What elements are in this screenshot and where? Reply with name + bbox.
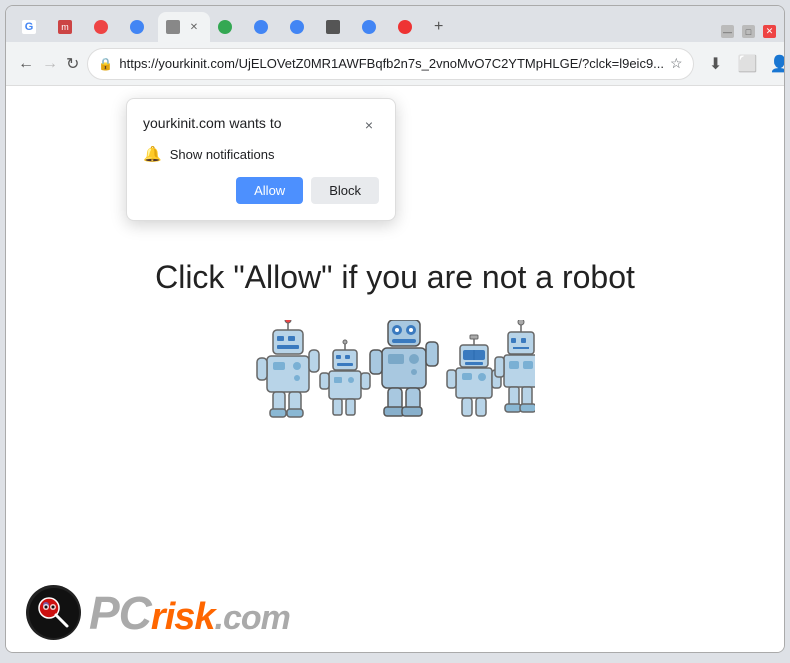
popup-close-button[interactable]: × xyxy=(359,115,379,135)
popup-buttons: Allow Block xyxy=(143,177,379,204)
window-controls: — □ ✕ xyxy=(721,25,776,42)
risk-text: risk xyxy=(151,596,215,638)
refresh-button[interactable]: ↻ xyxy=(66,50,79,78)
tab-group: G m ✕ xyxy=(14,12,462,42)
tab-4-favicon xyxy=(130,20,144,34)
tab-3-favicon xyxy=(94,20,108,34)
tab-bar: G m ✕ xyxy=(6,6,784,42)
download-button[interactable]: ⬇ xyxy=(702,50,730,78)
robots-illustration xyxy=(255,320,535,450)
pcrisk-logo-svg xyxy=(29,588,79,638)
bell-icon: 🔔 xyxy=(143,145,162,163)
browser-window: G m ✕ xyxy=(5,5,785,653)
popup-notification-row: 🔔 Show notifications xyxy=(143,145,379,163)
pc-text: PC xyxy=(89,587,151,639)
nav-right-icons: ⬇ ⬜ 👤 ⋮ xyxy=(702,50,785,78)
tab-8-favicon xyxy=(290,20,304,34)
pcrisk-brand: PCrisk.com xyxy=(26,585,290,640)
back-button[interactable]: ← xyxy=(18,50,34,78)
tab-7-favicon xyxy=(254,20,268,34)
url-display: https://yourkinit.com/UjELOVetZ0MR1AWFBq… xyxy=(119,56,664,71)
address-bar[interactable]: 🔒 https://yourkinit.com/UjELOVetZ0MR1AWF… xyxy=(87,48,693,80)
viewport: yourkinit.com wants to × 🔔 Show notifica… xyxy=(6,86,784,652)
maximize-button[interactable]: □ xyxy=(742,25,755,38)
pcrisk-logo xyxy=(26,585,81,640)
allow-button[interactable]: Allow xyxy=(236,177,303,204)
tab-1[interactable]: G xyxy=(14,12,50,42)
tab-11[interactable] xyxy=(390,12,426,42)
tab-6[interactable] xyxy=(210,12,246,42)
minimize-button[interactable]: — xyxy=(721,25,734,38)
tab-7[interactable] xyxy=(246,12,282,42)
notification-popup: yourkinit.com wants to × 🔔 Show notifica… xyxy=(126,98,396,221)
tab-8[interactable] xyxy=(282,12,318,42)
tab-1-favicon: G xyxy=(22,20,36,34)
popup-notification-text: Show notifications xyxy=(170,147,275,162)
tab-9-favicon xyxy=(326,20,340,34)
bookmark-star-icon[interactable]: ☆ xyxy=(670,55,683,72)
pcrisk-text-group: PCrisk.com xyxy=(89,586,290,640)
robots-svg xyxy=(255,320,535,450)
tab-9[interactable] xyxy=(318,12,354,42)
tab-5-close[interactable]: ✕ xyxy=(186,19,202,35)
tab-10[interactable] xyxy=(354,12,390,42)
popup-title: yourkinit.com wants to xyxy=(143,115,282,131)
extensions-button[interactable]: ⬜ xyxy=(734,50,762,78)
tab-11-favicon xyxy=(398,20,412,34)
tab-2-favicon: m xyxy=(58,20,72,34)
forward-button[interactable]: → xyxy=(42,50,58,78)
close-window-button[interactable]: ✕ xyxy=(763,25,776,38)
new-tab-button[interactable]: + xyxy=(426,12,462,42)
tab-4[interactable] xyxy=(122,12,158,42)
tab-6-favicon xyxy=(218,20,232,34)
tab-3[interactable] xyxy=(86,12,122,42)
popup-header: yourkinit.com wants to × xyxy=(143,115,379,135)
nav-bar: ← → ↻ 🔒 https://yourkinit.com/UjELOVetZ0… xyxy=(6,42,784,86)
block-button[interactable]: Block xyxy=(311,177,379,204)
main-heading: Click "Allow" if you are not a robot xyxy=(155,259,635,296)
tab-5-active[interactable]: ✕ xyxy=(158,12,210,42)
tab-10-favicon xyxy=(362,20,376,34)
tab-5-favicon xyxy=(166,20,180,34)
tab-2[interactable]: m xyxy=(50,12,86,42)
profile-button[interactable]: 👤 xyxy=(766,50,785,78)
com-text: .com xyxy=(215,599,290,637)
lock-icon: 🔒 xyxy=(98,57,113,71)
